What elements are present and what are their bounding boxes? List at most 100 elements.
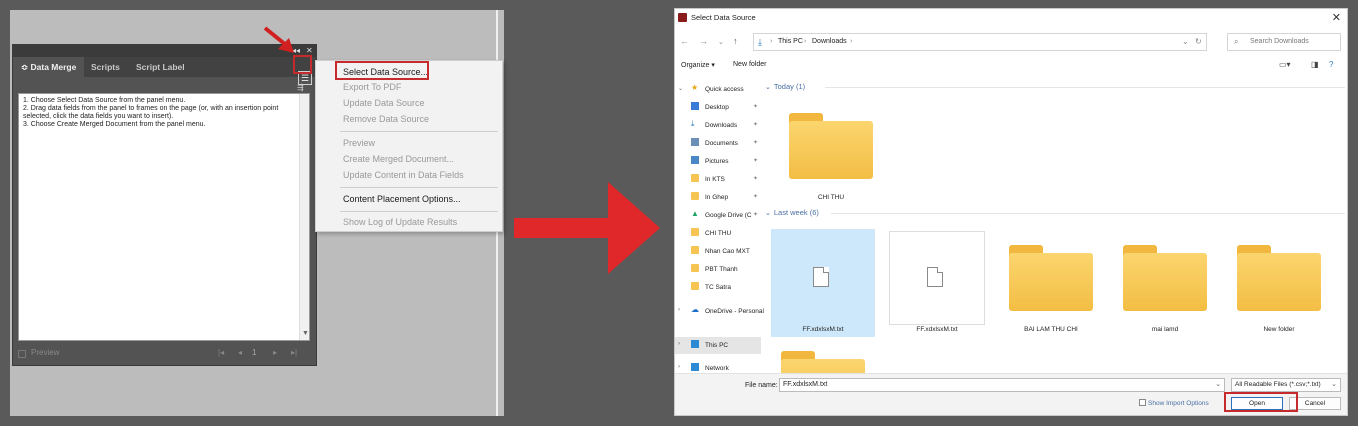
expand-icon[interactable]: › — [678, 341, 680, 347]
preview-checkbox[interactable] — [18, 350, 26, 358]
file-list: ⌄ Today (1) CHI THU ⌄ Last week (6) FF.xdx… — [765, 79, 1347, 373]
chevron-down-icon[interactable]: ⌄ — [1331, 380, 1337, 388]
select-data-source-dialog: Select Data Source ✕ ← → ⌄ ↑ ⤓ › This PC… — [674, 8, 1348, 416]
nav-documents[interactable]: Documents ✦ — [675, 135, 761, 152]
nav-pbt-thanh[interactable]: PBT Thanh — [675, 261, 761, 278]
nav-label: In Ghep — [705, 194, 729, 201]
nav-desktop[interactable]: Desktop ✦ — [675, 99, 761, 116]
chevron-down-icon[interactable]: ⌄ — [1215, 380, 1221, 388]
group-header-last-week[interactable]: ⌄ Last week (6) — [765, 208, 819, 217]
group-title: Today (1) — [773, 82, 806, 91]
nav-label: Google Drive (C — [705, 212, 752, 219]
menu-content-placement[interactable]: Content Placement Options... — [343, 194, 461, 204]
forward-icon[interactable]: → — [699, 36, 708, 46]
menu-create-merged[interactable]: Create Merged Document... — [343, 154, 454, 164]
nav-label: Documents — [705, 140, 738, 147]
last-record-icon[interactable]: ▸| — [291, 348, 297, 357]
organize-button[interactable]: Organize ▾ — [681, 61, 715, 69]
folder-icon — [691, 282, 699, 290]
nav-pictures[interactable]: Pictures ✦ — [675, 153, 761, 170]
breadcrumb-this-pc[interactable]: This PC — [778, 38, 803, 45]
breadcrumb-downloads[interactable]: Downloads — [812, 38, 847, 45]
nav-downloads[interactable]: ⤓ Downloads ✦ — [675, 117, 761, 134]
nav-label: TC Satra — [705, 284, 732, 291]
dialog-title: Select Data Source — [691, 13, 756, 22]
nav-label: Desktop — [705, 104, 729, 111]
folder-tile[interactable]: New folder — [1227, 229, 1331, 337]
menu-export-pdf[interactable]: Export To PDF — [343, 82, 401, 92]
file-name-input[interactable]: FF.xdxlsxM.txt ⌄ — [779, 378, 1225, 392]
refresh-icon[interactable]: ↻ — [1195, 37, 1202, 46]
tab-label: Data Merge — [30, 62, 77, 72]
pin-icon: ✦ — [753, 122, 759, 128]
search-input[interactable]: ⌕ Search Downloads — [1227, 33, 1341, 51]
menu-update-data-source[interactable]: Update Data Source — [343, 98, 425, 108]
tile-label: mai lamd — [1151, 326, 1179, 333]
recent-dropdown-icon[interactable]: ⌄ — [718, 38, 724, 46]
file-icon — [927, 267, 943, 287]
nav-chi-thu[interactable]: CHI THU — [675, 225, 761, 242]
tab-script-label[interactable]: Script Label — [128, 57, 193, 77]
menu-remove-data-source[interactable]: Remove Data Source — [343, 114, 429, 124]
scroll-down-icon[interactable]: ▼ — [302, 330, 309, 338]
menu-preview[interactable]: Preview — [343, 138, 375, 148]
menu-separator — [340, 187, 498, 188]
file-tile[interactable]: FF.xdxlsxM.txt — [771, 229, 875, 337]
show-import-checkbox[interactable] — [1139, 399, 1146, 406]
nav-label: PBT Thanh — [705, 266, 738, 273]
nav-google-drive[interactable]: ▲ Google Drive (C ✦ — [675, 207, 761, 224]
menu-update-content[interactable]: Update Content in Data Fields — [343, 170, 464, 180]
folder-tile[interactable]: CHI THU — [779, 97, 883, 205]
prev-record-icon[interactable]: ◂ — [238, 348, 242, 357]
panel-flyout-menu: Select Data Source... Export To PDF Upda… — [315, 60, 503, 232]
new-folder-button[interactable]: New folder — [733, 61, 766, 68]
up-icon[interactable]: ↑ — [733, 36, 738, 46]
nav-this-pc[interactable]: › This PC — [675, 337, 761, 354]
nav-label: Quick access — [705, 86, 744, 93]
tile-label: FF.xdxlsxM.txt — [802, 326, 844, 333]
help-icon[interactable]: ? — [1329, 60, 1333, 69]
nav-onedrive[interactable]: › ☁ OneDrive - Personal — [675, 303, 764, 320]
pictures-icon — [691, 156, 699, 164]
expand-icon[interactable]: › — [678, 307, 680, 313]
update-icon[interactable]: ⇶ — [297, 83, 304, 92]
first-record-icon[interactable]: |◂ — [218, 348, 224, 357]
folder-tile[interactable]: BAI LAM THU CHI — [999, 229, 1103, 337]
group-header-today[interactable]: ⌄ Today (1) — [765, 82, 805, 91]
record-number[interactable]: 1 — [252, 348, 256, 357]
close-icon[interactable]: ✕ — [1332, 11, 1341, 24]
preview-pane-icon[interactable]: ◨ — [1311, 60, 1319, 69]
nav-in-kts[interactable]: In KTS ✦ — [675, 171, 761, 188]
expand-icon[interactable]: › — [678, 364, 680, 370]
tab-grip-icon: ≎ — [21, 62, 29, 72]
view-options-icon[interactable]: ▭▾ — [1279, 60, 1291, 69]
menu-show-log[interactable]: Show Log of Update Results — [343, 217, 457, 227]
open-button-highlight — [1224, 392, 1298, 412]
dialog-toolbar: Organize ▾ New folder ▭▾ ◨ ? — [675, 57, 1347, 75]
show-import-options[interactable]: Show Import Options — [1139, 399, 1209, 407]
this-pc-icon — [691, 340, 699, 348]
file-tile[interactable]: FF.xdxlsxM.txt — [885, 229, 989, 337]
expand-icon[interactable]: ⌄ — [678, 85, 683, 92]
folder-icon — [781, 351, 865, 373]
tab-scripts[interactable]: Scripts — [83, 57, 128, 77]
folder-tile[interactable] — [771, 341, 875, 373]
nav-tc-satra[interactable]: TC Satra — [675, 279, 761, 296]
back-icon[interactable]: ← — [680, 36, 689, 46]
next-record-icon[interactable]: ▸ — [273, 348, 277, 357]
nav-nhan-cao[interactable]: Nhan Cao MXT — [675, 243, 761, 260]
navigation-pane: ⌄ ★ Quick access Desktop ✦ ⤓ Downloads ✦ Docu… — [675, 79, 764, 373]
chevron-down-icon[interactable]: ⌄ — [1182, 37, 1189, 46]
instruction-line: 3. Choose Create Merged Document from th… — [23, 121, 206, 128]
file-type-select[interactable]: All Readable Files (*.csv;*.txt) ⌄ — [1231, 378, 1341, 392]
nav-in-ghep[interactable]: In Ghep ✦ — [675, 189, 761, 206]
scrollbar[interactable]: ▼ — [299, 94, 309, 340]
nav-quick-access[interactable]: ⌄ ★ Quick access — [675, 81, 761, 98]
preview-label: Preview — [31, 348, 60, 357]
address-bar[interactable]: ⤓ › This PC › Downloads › ⌄ ↻ — [753, 33, 1207, 51]
data-merge-panel: ◂◂ ✕ ≎ Data Merge Scripts Script Label ☰… — [12, 44, 317, 366]
pin-icon: ✦ — [753, 140, 759, 146]
folder-tile[interactable]: mai lamd — [1113, 229, 1217, 337]
tab-data-merge[interactable]: ≎ Data Merge — [13, 57, 85, 77]
chevron-down-icon: ⌄ — [765, 84, 771, 91]
